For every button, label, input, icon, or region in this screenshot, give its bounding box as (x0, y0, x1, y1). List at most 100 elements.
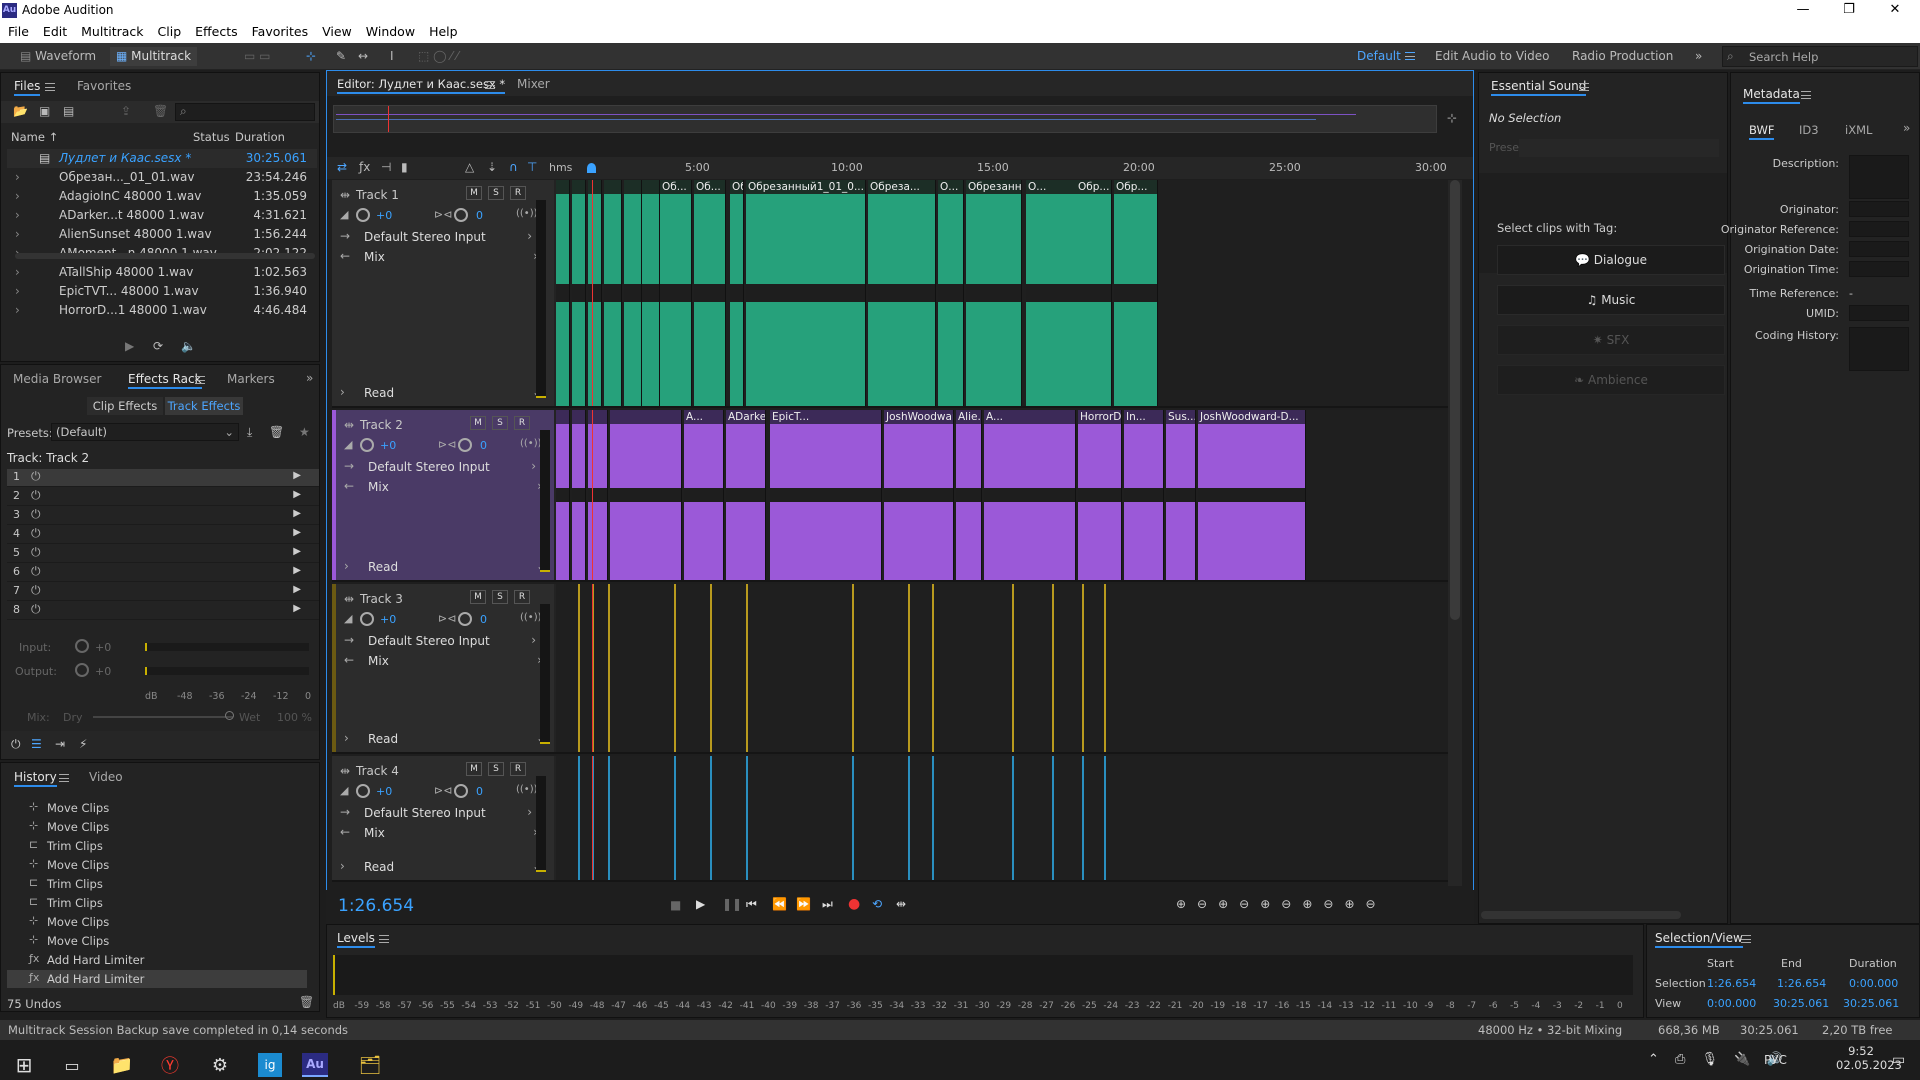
file-item[interactable]: › AlienSunset 48000 1.wav 1:56.244 (7, 225, 317, 244)
delete-preset-icon[interactable]: 🗑 (269, 425, 284, 439)
slot-menu-arrow-icon[interactable]: ▶ (293, 546, 301, 557)
input-selector[interactable]: →Default Stereo Input›⌀ (340, 228, 550, 246)
track-header[interactable]: ⇹ Track 2 M S R ◢ +0 ⊳⊲ 0 ((•)) → Default Stereo In… (332, 410, 554, 580)
favorite-preset-icon[interactable]: ★ (299, 425, 310, 439)
menu-edit[interactable]: Edit (35, 22, 73, 39)
menu-window[interactable]: Window (358, 22, 421, 39)
essential-sound-title[interactable]: Essential Sound (1491, 79, 1587, 96)
tab-ixml[interactable]: iXML (1845, 123, 1872, 137)
file-item[interactable]: › Обрезан..._01_01.wav 23:54.246 (7, 168, 317, 187)
tab-editor[interactable]: Editor: Лудлет и Каас.sesx * (337, 77, 506, 94)
zoom-controls-icon[interactable]: ⊕⊖⊕⊖⊕⊖⊕⊖⊕⊖ (1176, 897, 1387, 911)
expand-chevron-icon[interactable]: › (15, 284, 20, 298)
music-button[interactable]: ♫ Music (1497, 285, 1725, 315)
power-icon[interactable]: ⏻ (11, 737, 21, 752)
expand-chevron-icon[interactable]: › (15, 170, 20, 184)
audio-clip[interactable] (572, 410, 586, 580)
tab-video[interactable]: Video (89, 770, 123, 784)
insert-icon[interactable]: ⇪ (121, 104, 131, 118)
pan-value[interactable]: 0 (480, 439, 487, 452)
workspace-radio-production[interactable]: Radio Production (1572, 47, 1673, 66)
expand-chevron-icon[interactable]: › (340, 859, 345, 873)
loop-file-icon[interactable]: ⟳ (153, 339, 163, 353)
presets-dropdown[interactable]: (Default) ⌄ (51, 423, 239, 441)
audio-clip[interactable]: JoshWoodward-D... (1198, 410, 1306, 580)
history-item[interactable]: ƒx Add Hard Limiter (7, 970, 307, 988)
audio-clip[interactable]: Обр... (1114, 180, 1158, 406)
file-item[interactable]: › ADarker...t 48000 1.wav 4:31.621 (7, 206, 317, 225)
pan-knob[interactable] (454, 784, 468, 798)
output-selector[interactable]: ←Mix› (344, 478, 554, 496)
close-button[interactable]: ✕ (1872, 0, 1918, 22)
pan-knob[interactable] (454, 208, 468, 222)
record-arm-button[interactable]: R (510, 186, 526, 200)
track-name[interactable]: Track 3 (360, 592, 403, 606)
audio-clip[interactable]: A... (684, 410, 724, 580)
selection-view-title[interactable]: Selection/View (1655, 931, 1743, 948)
delete-history-icon[interactable]: 🗑 (299, 995, 314, 1009)
file-explorer-icon[interactable]: 📁 (104, 1050, 140, 1080)
app-icon[interactable]: ig (258, 1053, 282, 1077)
slot-power-icon[interactable]: ⏻ (31, 526, 41, 541)
play-icon[interactable]: ▶ (696, 897, 705, 911)
automation-mode[interactable]: ›Read⌄ (344, 558, 554, 576)
razor-tool-icon[interactable]: ✎ (336, 47, 346, 66)
history-menu-icon[interactable] (59, 774, 69, 782)
track-header[interactable]: ⇹ Track 4 M S R ◢ +0 ⊳⊲ 0 ((•)) → Default Stereo In… (332, 756, 554, 880)
volume-value[interactable]: +0 (380, 439, 396, 452)
audio-clip[interactable]: Sus... (1166, 410, 1196, 580)
audio-clip[interactable]: Об... (660, 180, 692, 406)
history-item[interactable]: ⊹ Move Clips (7, 799, 307, 817)
autoplay-icon[interactable]: 🔈 (181, 339, 196, 353)
notifications-icon[interactable]: ▭ (1892, 1052, 1905, 1068)
audio-clip[interactable]: EpicT... (770, 410, 882, 580)
slot-menu-arrow-icon[interactable]: ▶ (293, 603, 301, 614)
stop-icon[interactable]: ■ (670, 898, 681, 912)
menu-view[interactable]: View (314, 22, 358, 39)
expand-chevron-icon[interactable]: › (340, 385, 345, 399)
effect-slot[interactable]: 6 ⏻ ▶ (7, 564, 319, 582)
mute-button[interactable]: M (466, 762, 482, 776)
insert-fx-icon[interactable]: ⇥ (55, 737, 65, 751)
slot-menu-arrow-icon[interactable]: ▶ (293, 508, 301, 519)
pan-knob[interactable] (458, 612, 472, 626)
file-item[interactable]: › HorrorD...1 48000 1.wav 4:46.484 (7, 301, 317, 320)
workspace-menu-icon[interactable] (1405, 52, 1415, 60)
start-button-icon[interactable]: ⊞ (6, 1050, 42, 1080)
more-panels-icon[interactable]: » (306, 371, 313, 385)
menu-multitrack[interactable]: Multitrack (73, 22, 149, 39)
track-grip-icon[interactable]: ⇹ (344, 418, 354, 432)
audio-clip[interactable]: HorrorDrone1... (1078, 410, 1122, 580)
file-item[interactable]: › EpicTVT... 48000 1.wav 1:36.940 (7, 282, 317, 301)
time-ruler[interactable]: hms 5:00 10:00 15:00 20:00 25:00 30:00 (549, 157, 1449, 179)
pan-value[interactable]: 0 (480, 613, 487, 626)
output-selector[interactable]: ←Mix› (340, 824, 550, 842)
tracks-scrollbar[interactable] (1448, 180, 1462, 886)
track-name[interactable]: Track 1 (356, 188, 399, 202)
multitrack-view-button[interactable]: ▦ Multitrack (110, 47, 198, 66)
audio-clip[interactable]: A... (984, 410, 1076, 580)
marker-add-icon[interactable]: ⇣ (487, 160, 497, 174)
current-time-display[interactable]: 1:26.654 (338, 896, 414, 916)
metadata-field-input[interactable] (1849, 241, 1909, 257)
audio-clip[interactable] (556, 180, 570, 406)
solo-button[interactable]: S (488, 186, 504, 200)
input-selector[interactable]: →Default Stereo Input›⌀ (340, 804, 550, 822)
audio-clip[interactable]: Обрезанный1_01_0... (746, 180, 866, 406)
audio-clip[interactable] (642, 180, 660, 406)
eq-icon[interactable]: ▮ (401, 160, 408, 174)
slot-power-icon[interactable]: ⏻ (31, 469, 41, 484)
menu-file[interactable]: File (0, 22, 35, 39)
history-item[interactable]: ⊹ Move Clips (7, 932, 307, 950)
file-item[interactable]: › ATallShip 48000 1.wav 1:02.563 (7, 263, 317, 282)
track-name[interactable]: Track 2 (360, 418, 403, 432)
toggle-sync-icon[interactable]: ⇄ (337, 160, 347, 174)
audio-clip[interactable] (556, 410, 570, 580)
slot-menu-arrow-icon[interactable]: ▶ (293, 584, 301, 595)
view-duration[interactable]: 30:25.061 (1843, 997, 1899, 1010)
skip-selection-icon[interactable]: ⇹ (896, 897, 906, 911)
go-to-end-icon[interactable]: ⏭ (822, 897, 833, 912)
archive-app-icon[interactable]: 🗂 (352, 1050, 388, 1080)
files-scrollbar[interactable] (15, 253, 315, 259)
mute-button[interactable]: M (470, 590, 486, 604)
